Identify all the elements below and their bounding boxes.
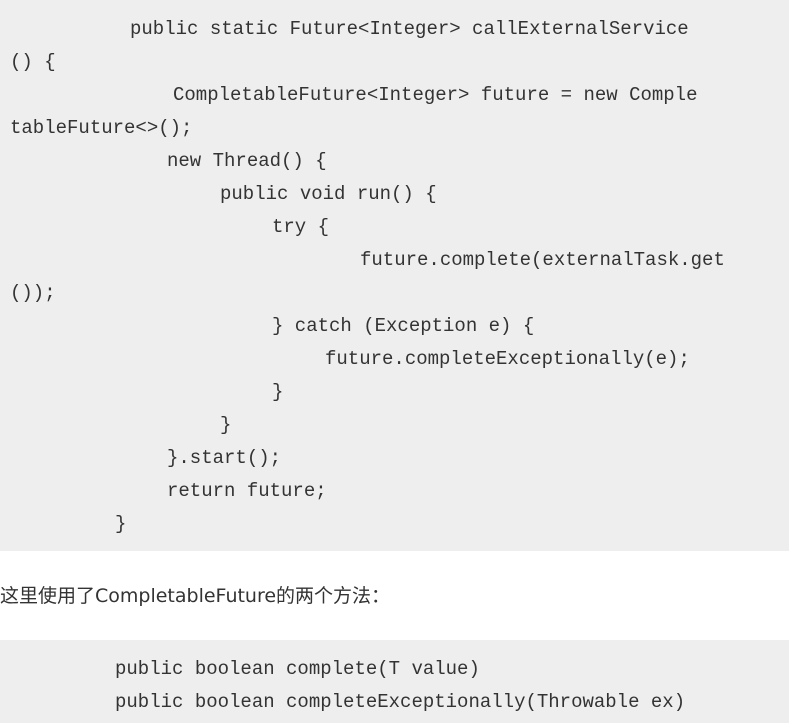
code-line: public void run() {	[220, 183, 437, 205]
code-line: new Thread() {	[167, 150, 327, 172]
code-line: return future;	[167, 480, 327, 502]
code-line: CompletableFuture<Integer> future = new …	[173, 84, 698, 106]
code-line: }	[220, 414, 232, 436]
code-line: } catch (Exception e) {	[272, 315, 535, 337]
code-block-method-signatures: public boolean complete(T value) public …	[0, 640, 789, 723]
code-line: try {	[272, 216, 330, 238]
code-line: tableFuture<>();	[10, 117, 193, 139]
code-line: public boolean completeExceptionally(Thr…	[115, 691, 686, 713]
code-line: }.start();	[167, 447, 282, 469]
code-line: future.complete(externalTask.get	[360, 249, 725, 271]
code-line: future.completeExceptionally(e);	[325, 348, 690, 370]
code-line: () {	[10, 51, 56, 73]
code-line: }	[115, 513, 127, 535]
code-line: public boolean complete(T value)	[115, 658, 480, 680]
code-block-call-external-service: public static Future<Integer> callExtern…	[0, 0, 789, 551]
code-line: }	[272, 381, 284, 403]
code-line: ());	[10, 282, 56, 304]
code-line: public static Future<Integer> callExtern…	[130, 18, 689, 40]
body-paragraph: 这里使用了CompletableFuture的两个方法：	[0, 585, 391, 607]
